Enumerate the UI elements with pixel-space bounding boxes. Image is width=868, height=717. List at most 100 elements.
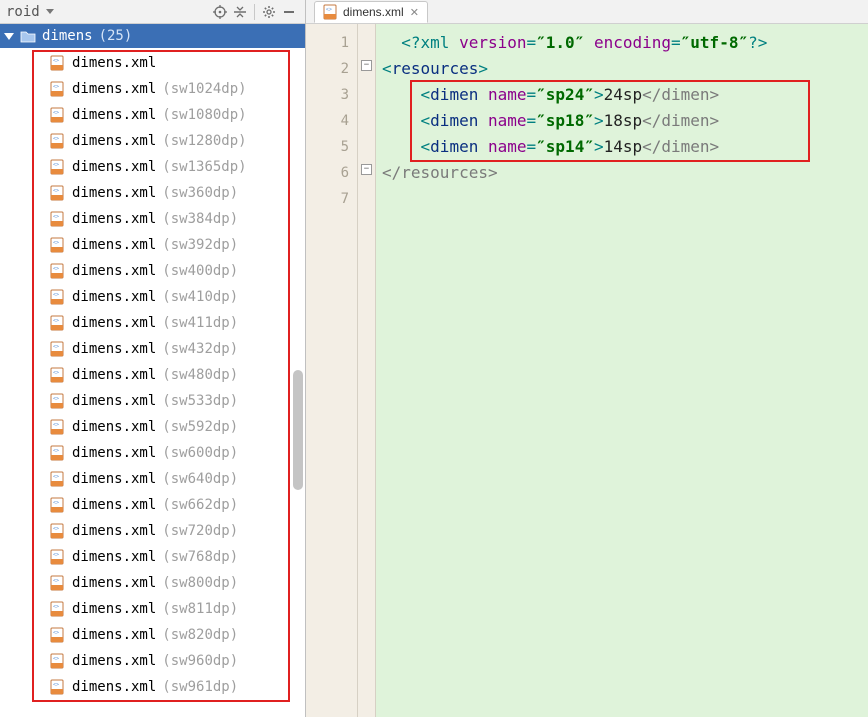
file-item[interactable]: <> dimens.xml (sw800dp) [0,570,305,596]
file-tree[interactable]: <>dimens.xml<>dimens.xml(sw1024dp)<>dime… [0,48,305,717]
file-name: dimens.xml [72,289,156,305]
scrollbar-thumb[interactable] [293,370,303,490]
dropdown-icon[interactable] [46,9,54,14]
xml-file-icon: <> [50,263,66,279]
collapse-icon[interactable] [230,2,250,22]
file-name: dimens.xml [72,549,156,565]
svg-text:<>: <> [53,500,59,506]
xml-file-icon: <> [50,679,66,695]
fold-marker-open[interactable]: − [361,60,372,71]
svg-text:<>: <> [53,474,59,480]
xml-file-icon: <> [50,549,66,565]
svg-text:<>: <> [53,370,59,376]
xml-file-icon: <> [50,653,66,669]
svg-text:<>: <> [53,682,59,688]
code-line: <dimen name=″sp18″>18sp</dimen> [376,108,868,134]
file-qualifier: (sw800dp) [162,575,238,591]
folder-node-dimens[interactable]: dimens (25) [0,24,305,48]
file-item[interactable]: <>dimens.xml(sw1365dp) [0,154,305,180]
gear-icon[interactable] [259,2,279,22]
file-item[interactable]: <>dimens.xml(sw811dp) [0,596,305,622]
file-item[interactable]: <>dimens.xml(sw480dp) [0,362,305,388]
file-qualifier: (sw820dp) [162,627,238,643]
file-name: dimens.xml [72,653,156,669]
file-name: dimens.xml [72,445,156,461]
fold-column: − − [358,24,376,717]
file-item[interactable]: <>dimens.xml(sw961dp) [0,674,305,700]
file-name: dimens.xml [72,575,156,591]
xml-file-icon: <> [50,497,66,513]
tab-label: dimens.xml [343,5,404,19]
file-item[interactable]: <>dimens.xml(sw640dp) [0,466,305,492]
file-qualifier: (sw411dp) [162,315,238,331]
file-item[interactable]: <>dimens.xml(sw662dp) [0,492,305,518]
file-qualifier: (sw1365dp) [162,159,246,175]
svg-text:<>: <> [53,344,59,350]
xml-file-icon: <> [50,393,66,409]
xml-file-icon: <> [50,81,66,97]
file-item[interactable]: <> dimens.xml (sw384dp) [0,206,305,232]
code-editor[interactable]: 1234567 − − <?xml version=″1.0″ encoding… [306,24,868,717]
svg-text:<>: <> [53,84,59,90]
file-qualifier: (sw960dp) [162,653,238,669]
line-number: 5 [306,134,357,160]
editor-tab-bar: <> dimens.xml ✕ [306,0,868,24]
line-number: 6 [306,160,357,186]
file-item[interactable]: <>dimens.xml(sw1280dp) [0,128,305,154]
file-qualifier: (sw360dp) [162,185,238,201]
svg-text:<>: <> [53,604,59,610]
code-line: <dimen name=″sp14″>14sp</dimen> [376,134,868,160]
file-item[interactable]: <>dimens.xml(sw392dp) [0,232,305,258]
svg-text:<>: <> [53,214,59,220]
tab-dimens-xml[interactable]: <> dimens.xml ✕ [314,1,428,23]
file-name: dimens.xml [72,263,156,279]
svg-text:<>: <> [53,110,59,116]
project-view-label[interactable]: roid [6,4,40,20]
xml-file-icon: <> [50,133,66,149]
file-name: dimens.xml [72,107,156,123]
file-qualifier: (sw592dp) [162,419,238,435]
file-name: dimens.xml [72,211,156,227]
fold-marker-close[interactable]: − [361,164,372,175]
target-icon[interactable] [210,2,230,22]
file-name: dimens.xml [72,185,156,201]
xml-file-icon: <> [50,315,66,331]
file-item[interactable]: <>dimens.xml(sw1080dp) [0,102,305,128]
expand-icon[interactable] [4,33,14,40]
file-item[interactable]: <>dimens.xml(sw400dp) [0,258,305,284]
xml-file-icon: <> [50,627,66,643]
file-item[interactable]: <> dimens.xml (sw960dp) [0,648,305,674]
code-line: </resources> [376,160,868,186]
svg-text:<>: <> [53,162,59,168]
xml-file-icon: <> [50,523,66,539]
close-icon[interactable]: ✕ [410,6,419,19]
file-item[interactable]: <>dimens.xml(sw720dp) [0,518,305,544]
xml-file-icon: <> [50,575,66,591]
file-qualifier: (sw384dp) [162,211,238,227]
svg-text:<>: <> [53,656,59,662]
hide-icon[interactable] [279,2,299,22]
file-item[interactable]: <>dimens.xml(sw410dp) [0,284,305,310]
file-item[interactable]: <> dimens.xml (sw360dp) [0,180,305,206]
code-area[interactable]: <?xml version=″1.0″ encoding=″utf-8″?><r… [376,24,868,717]
file-item[interactable]: <>dimens.xml(sw820dp) [0,622,305,648]
file-qualifier: (sw640dp) [162,471,238,487]
file-name: dimens.xml [72,341,156,357]
file-item[interactable]: <>dimens.xml(sw600dp) [0,440,305,466]
file-item[interactable]: <>dimens.xml(sw432dp) [0,336,305,362]
file-item[interactable]: <>dimens.xml(sw768dp) [0,544,305,570]
file-item[interactable]: <>dimens.xml(sw533dp) [0,388,305,414]
xml-file-icon: <> [50,445,66,461]
file-item[interactable]: <> dimens.xml (sw592dp) [0,414,305,440]
svg-text:<>: <> [53,318,59,324]
xml-file-icon: <> [50,55,66,71]
svg-text:<>: <> [53,58,59,64]
file-item[interactable]: <>dimens.xml(sw411dp) [0,310,305,336]
file-item[interactable]: <>dimens.xml [0,50,305,76]
file-name: dimens.xml [72,419,156,435]
xml-file-icon: <> [50,185,66,201]
line-number: 2 [306,56,357,82]
file-item[interactable]: <>dimens.xml(sw1024dp) [0,76,305,102]
file-name: dimens.xml [72,601,156,617]
svg-text:<>: <> [53,422,59,428]
